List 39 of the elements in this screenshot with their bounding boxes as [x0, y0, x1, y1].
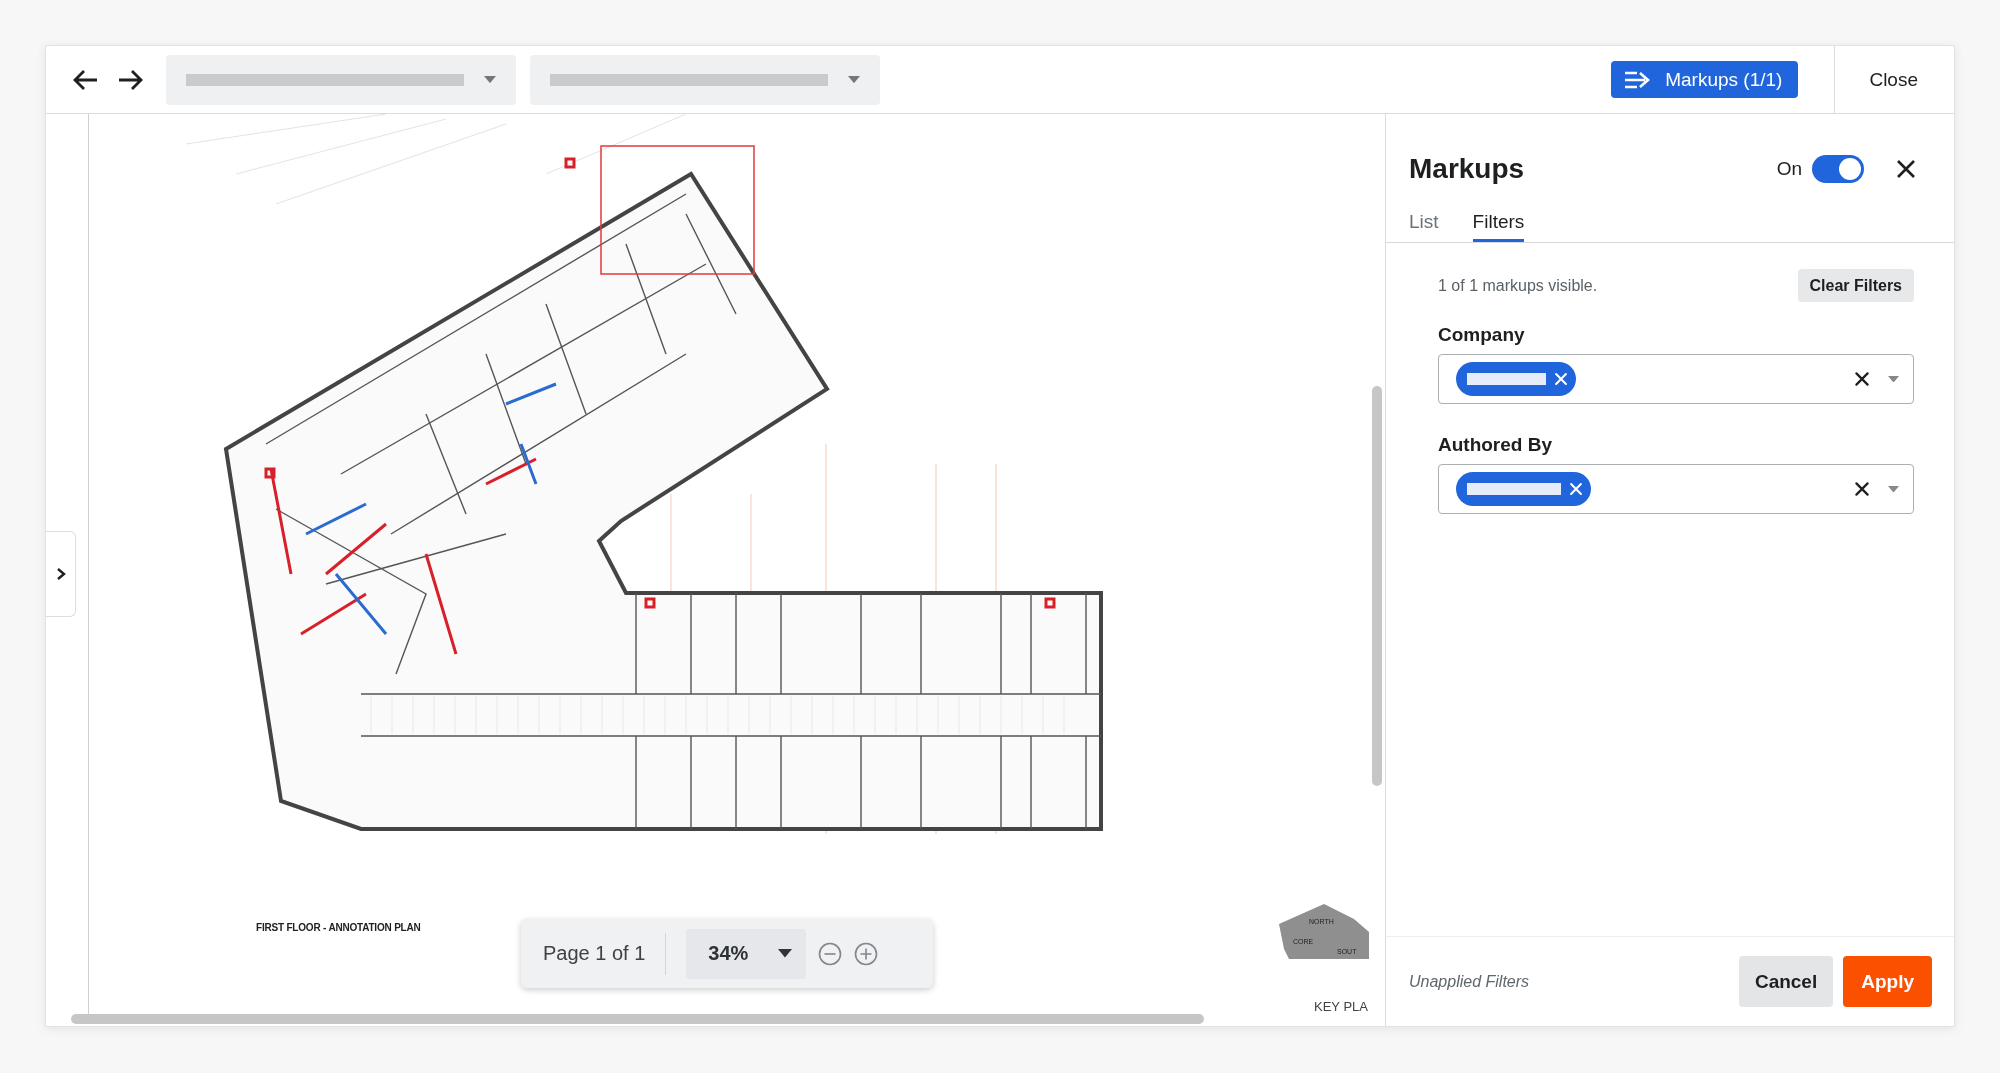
panel-tab[interactable]: Filters	[1472, 211, 1525, 242]
horizontal-scrollbar[interactable]	[71, 1014, 1204, 1024]
markup-rectangle[interactable]	[600, 145, 755, 275]
forward-arrow-icon	[117, 68, 143, 91]
filter-select[interactable]	[1438, 354, 1914, 404]
sheet-title: FIRST FLOOR - ANNOTATION PLAN	[256, 922, 421, 933]
page-indicator: Page 1 of 1	[543, 942, 647, 965]
chevron-right-icon	[55, 567, 66, 581]
visibility-status: 1 of 1 markups visible.	[1438, 276, 1598, 295]
lines-arrow-icon	[1623, 69, 1652, 90]
markups-toggle[interactable]	[1812, 155, 1864, 183]
close-button[interactable]: Close	[1834, 45, 1954, 114]
caret-icon	[848, 75, 860, 84]
panel-title: Markups	[1409, 153, 1526, 185]
remove-chip-icon[interactable]	[1554, 372, 1568, 386]
toggle-label: On	[1776, 158, 1802, 180]
unapplied-filters-note: Unapplied Filters	[1409, 972, 1531, 991]
clear-filters-button[interactable]: Clear Filters	[1797, 269, 1914, 302]
cancel-button[interactable]: Cancel	[1738, 956, 1834, 1007]
key-plan-title: KEY PLA	[1314, 999, 1368, 1014]
filter-label: Authored By	[1438, 434, 1553, 456]
caret-icon	[484, 75, 496, 84]
caret-icon	[1888, 375, 1899, 383]
panel-tab[interactable]: List	[1409, 211, 1439, 242]
markups-button[interactable]: Markups (1/1)	[1611, 61, 1799, 98]
caret-icon	[1888, 485, 1899, 493]
filter-label: Company	[1438, 324, 1526, 346]
selected-chip[interactable]	[1456, 472, 1591, 506]
filter-select[interactable]	[1438, 464, 1914, 514]
zoom-select[interactable]: 34%	[686, 928, 807, 979]
clear-icon[interactable]	[1854, 481, 1870, 497]
zoom-out-button[interactable]	[818, 941, 843, 966]
selected-chip[interactable]	[1456, 362, 1576, 396]
remove-chip-icon[interactable]	[1569, 482, 1583, 496]
zoom-in-button[interactable]	[854, 941, 879, 966]
back-arrow-icon	[73, 68, 99, 91]
clear-icon[interactable]	[1854, 371, 1870, 387]
caret-icon	[778, 949, 793, 958]
vertical-scrollbar[interactable]	[1372, 386, 1382, 786]
